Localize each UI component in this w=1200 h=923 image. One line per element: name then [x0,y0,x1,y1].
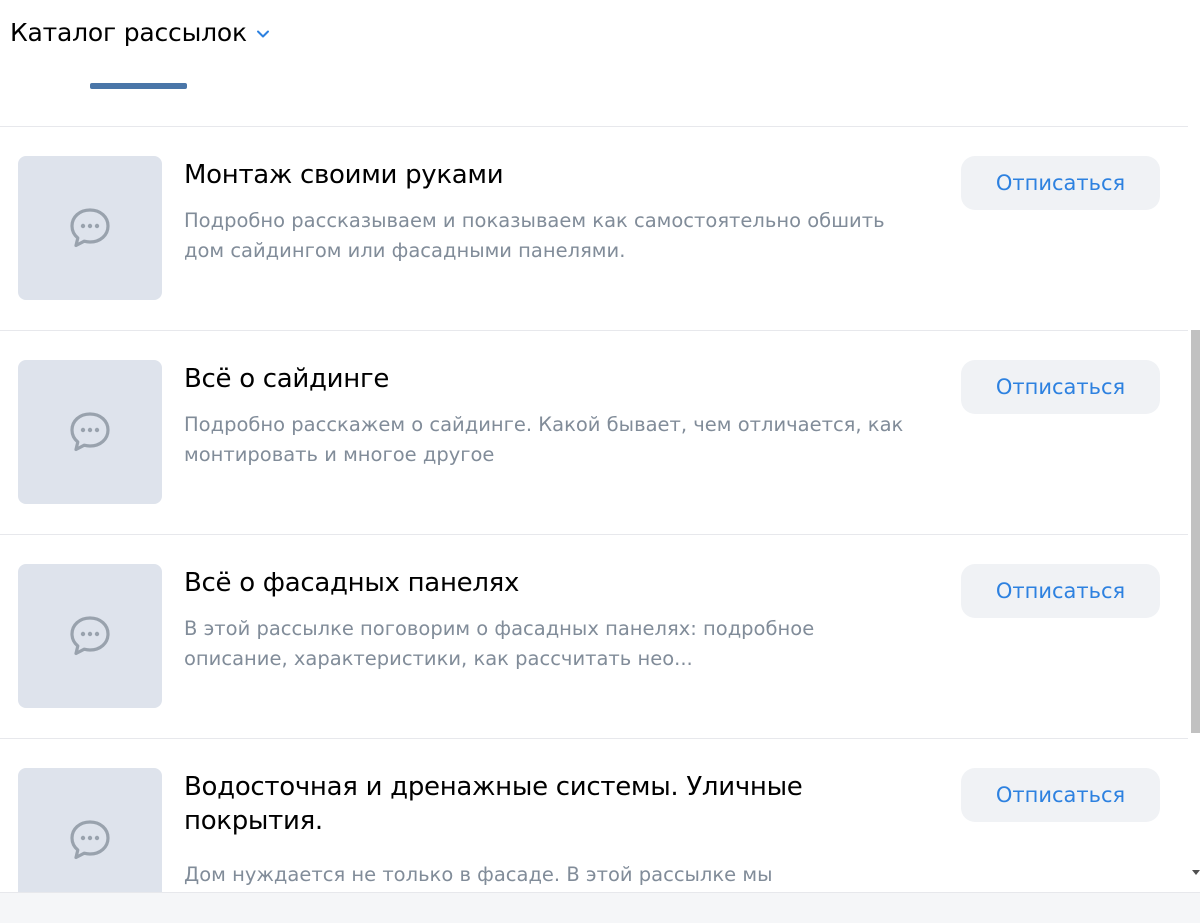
item-description: Подробно рассказываем и показываем как с… [184,209,885,262]
thumbnail [18,156,162,300]
chat-bubble-icon [70,820,110,860]
page: Каталог рассылок Монтаж своими руками По… [0,0,1200,923]
scrollbar-thumb[interactable] [1191,330,1200,733]
page-title: Каталог рассылок [10,18,247,47]
thumbnail [18,360,162,504]
unsubscribe-button[interactable]: Отписаться [961,768,1160,822]
catalog-dropdown[interactable]: Каталог рассылок [10,18,271,47]
subscription-list: Монтаж своими руками Подробно рассказыва… [0,127,1188,923]
item-description: Дом нуждается не только в фасаде. В этой… [184,863,773,886]
chat-bubble-icon [70,208,110,248]
item-description: В этой рассылке поговорим о фасадных пан… [184,617,815,670]
item-title[interactable]: Монтаж своими руками [184,158,864,192]
chat-bubble-icon [70,616,110,656]
chat-bubble-icon [70,412,110,452]
item-title[interactable]: Всё о фасадных панелях [184,566,864,600]
item-title[interactable]: Водосточная и дренажные системы. Уличные… [184,770,864,838]
thumbnail [18,768,162,912]
list-item: Монтаж своими руками Подробно рассказыва… [0,127,1188,331]
unsubscribe-button[interactable]: Отписаться [961,156,1160,210]
active-tab-indicator [90,83,187,89]
list-item: Всё о фасадных панелях В этой рассылке п… [0,535,1188,739]
unsubscribe-button[interactable]: Отписаться [961,360,1160,414]
header: Каталог рассылок [0,0,1188,127]
scroll-down-arrow-icon[interactable] [1192,870,1200,875]
list-item: Всё о сайдинге Подробно расскажем о сайд… [0,331,1188,535]
chevron-down-icon [255,26,271,42]
item-title[interactable]: Всё о сайдинге [184,362,864,396]
item-description: Подробно расскажем о сайдинге. Какой быв… [184,413,904,466]
thumbnail [18,564,162,708]
footer-bar [0,892,1200,923]
unsubscribe-button[interactable]: Отписаться [961,564,1160,618]
